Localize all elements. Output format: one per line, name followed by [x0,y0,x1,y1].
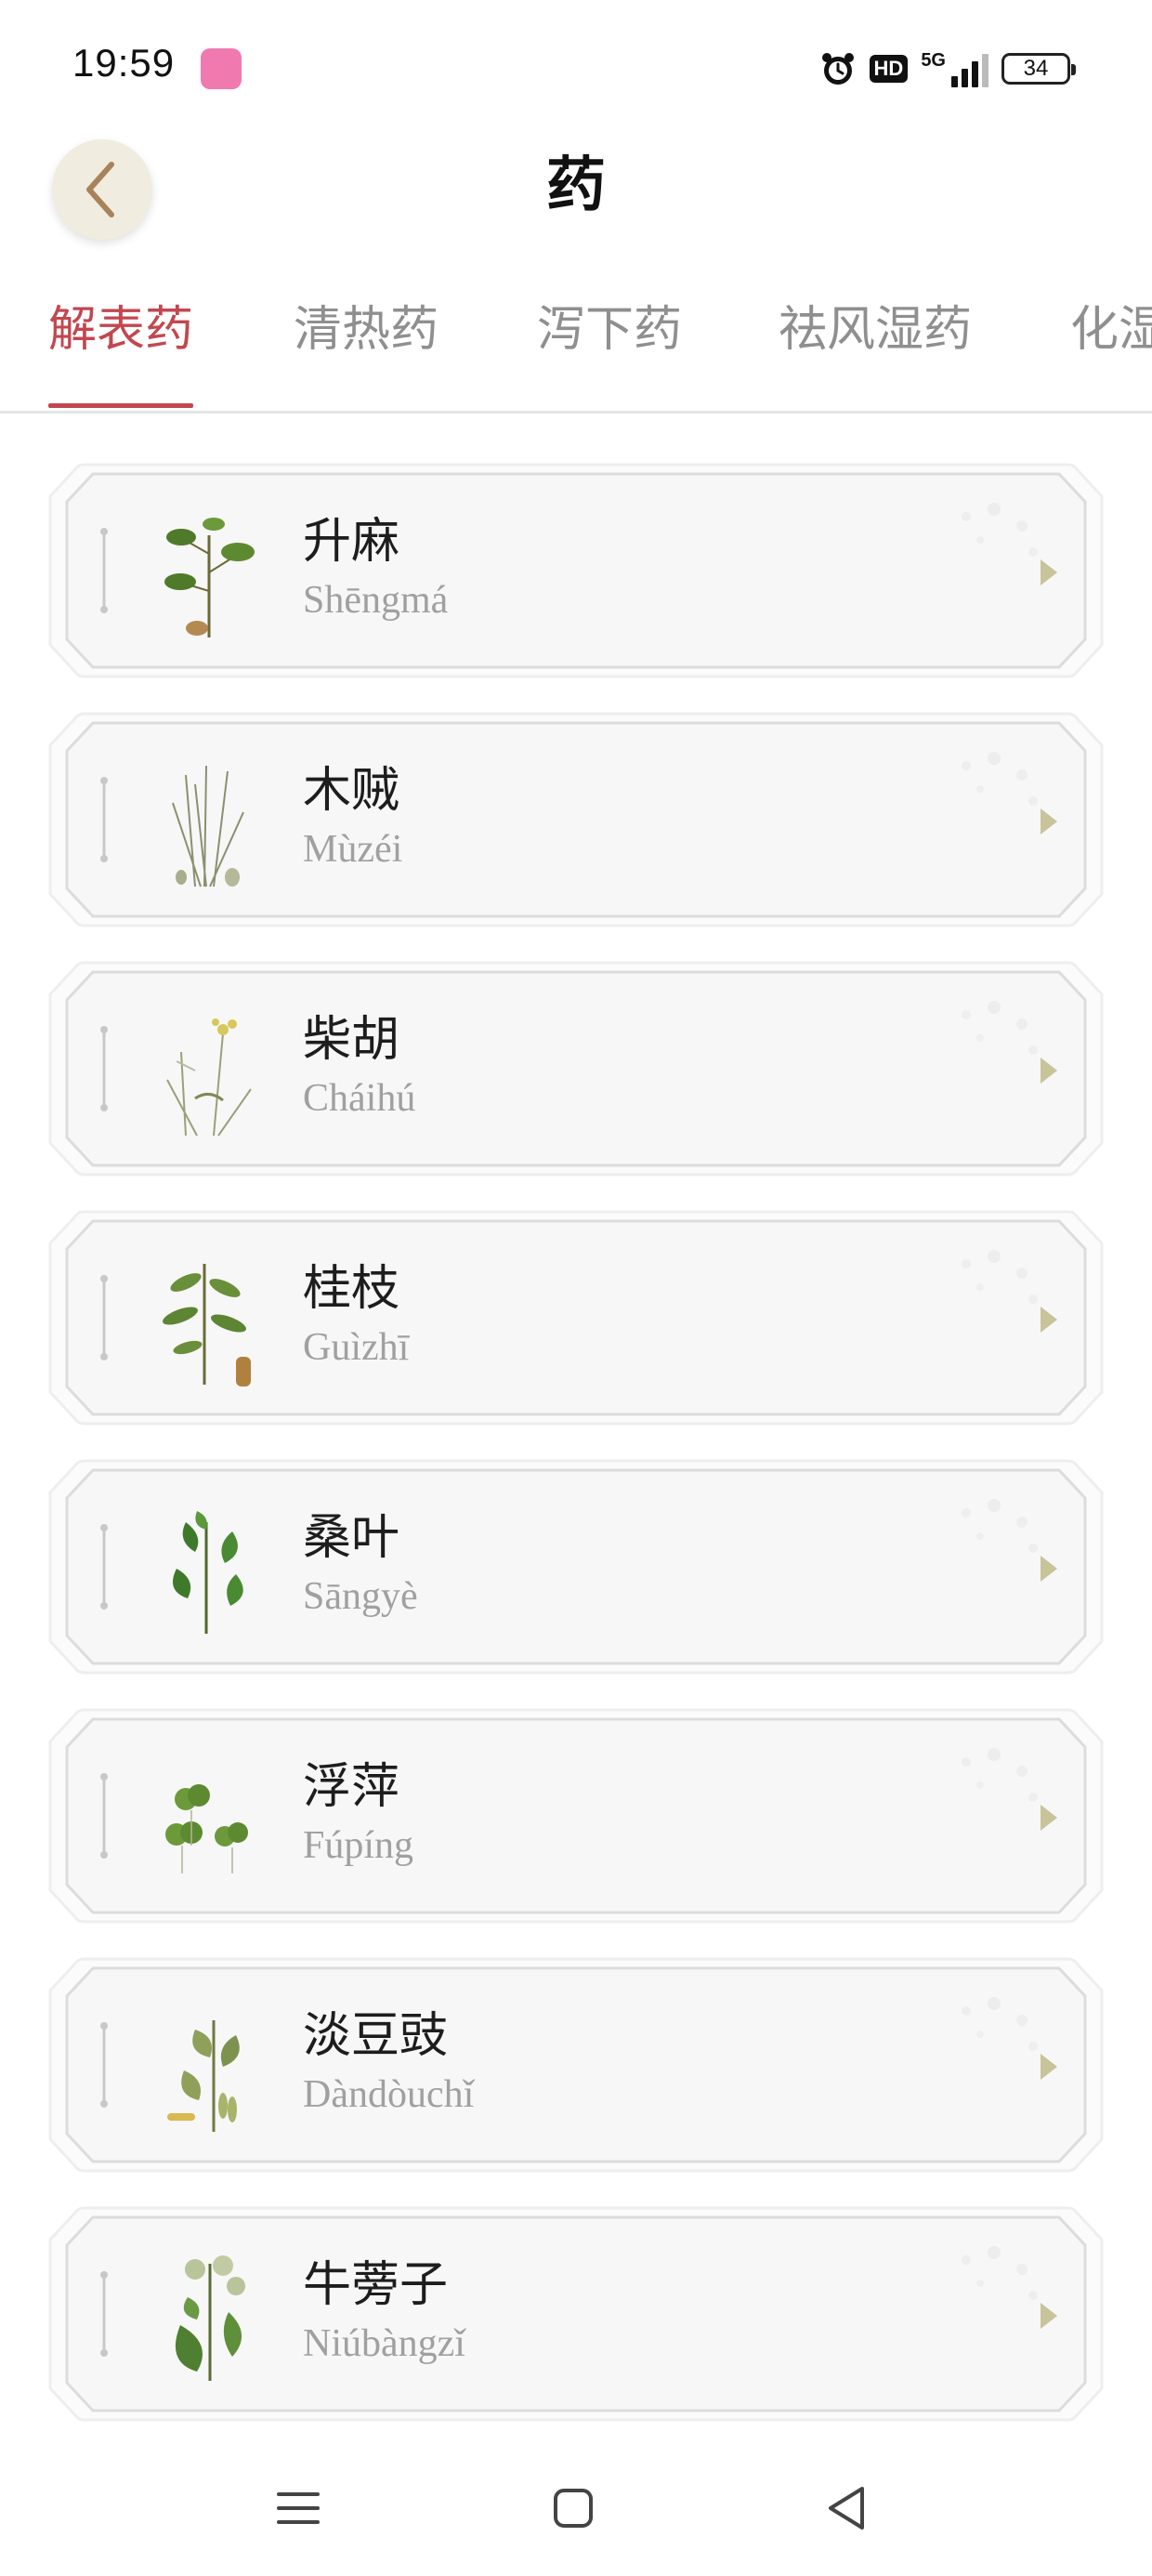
network-type-label: 5G [921,50,946,71]
herb-name: 牛蒡子 [303,2257,449,2313]
plant-illustration-icon [172,765,244,887]
chevron-left-icon [86,162,114,217]
tab-xiexia[interactable]: 泻下药 [537,290,682,360]
herb-card[interactable]: 桂枝 Guìzhī [46,1208,1106,1427]
app-notification-icon [201,48,242,89]
herb-name: 木贼 [303,763,400,819]
status-icons: HD 5G 34 [819,46,1076,91]
drag-handle-icon [100,2022,108,2108]
herb-name: 淡豆豉 [303,2008,449,2064]
drag-handle-icon [100,1275,108,1360]
home-square-icon[interactable] [541,2476,606,2541]
tab-huashi[interactable]: 化湿药 [1070,290,1152,360]
drag-handle-icon [100,1524,108,1610]
drag-handle-icon [100,2271,108,2357]
tab-jiebiao[interactable]: 解表药 [48,290,193,360]
herb-name: 桑叶 [303,1510,400,1566]
tabs-divider [0,411,1152,414]
status-time: 19:59 [72,41,176,85]
plant-illustration-icon [165,1784,248,1873]
herb-pinyin: Fúpíng [303,1824,414,1867]
plant-illustration-icon [166,1019,252,1137]
system-nav-bar [0,2453,1152,2556]
chevron-right-icon [1041,808,1057,835]
herb-card[interactable]: 升麻 Shēngmá [46,461,1106,680]
herb-name: 柴胡 [303,1012,400,1068]
tab-qufengshi[interactable]: 祛风湿药 [779,290,972,360]
herb-card[interactable]: 牛蒡子 Niúbàngzǐ [46,2204,1106,2424]
herb-name: 浮萍 [303,1759,400,1815]
chevron-right-icon [1041,2054,1057,2080]
drag-handle-icon [100,1773,108,1859]
back-button[interactable] [52,139,152,240]
chevron-right-icon [1041,1307,1057,1333]
herb-pinyin: Niúbàngzǐ [303,2322,465,2365]
herb-pinyin: Shēngmá [303,579,449,622]
tab-qingre[interactable]: 清热药 [294,290,439,360]
drag-handle-icon [100,777,108,862]
drag-handle-icon [100,1026,108,1111]
herb-name: 桂枝 [303,1261,400,1317]
hd-badge: HD [869,55,909,83]
herb-card[interactable]: 柴胡 Cháihú [46,959,1106,1178]
page-title: 药 [546,151,606,220]
chevron-right-icon [1041,1556,1057,1582]
chevron-right-icon [1041,1058,1057,1084]
herb-pinyin: Cháihú [303,1077,416,1120]
plant-illustration-icon [164,518,255,637]
plant-illustration-icon [163,1264,251,1387]
herb-pinyin: Guìzhī [303,1326,410,1369]
chevron-right-icon [1041,2303,1057,2329]
back-triangle-icon[interactable] [814,2476,879,2541]
category-tabs: 解表药 清热药 泻下药 祛风湿药 化湿药 [0,279,1152,414]
plant-illustration-icon [167,2020,240,2132]
menu-icon[interactable] [266,2476,331,2541]
battery-icon: 34 [1001,53,1076,85]
herb-name: 升麻 [303,514,400,570]
plant-illustration-icon [175,2255,245,2381]
battery-level: 34 [1023,56,1049,81]
active-tab-indicator [48,403,193,408]
chevron-right-icon [1041,559,1057,585]
herb-card[interactable]: 浮萍 Fúpíng [46,1706,1106,1925]
herb-card[interactable]: 木贼 Mùzéi [46,710,1106,929]
herb-card[interactable]: 淡豆豉 Dàndòuchǐ [46,1955,1106,2175]
herb-pinyin: Mùzéi [303,828,403,871]
herb-pinyin: Dàndòuchǐ [303,2073,475,2116]
chevron-right-icon [1041,1805,1057,1831]
signal-icon: 5G [921,50,988,87]
herb-card[interactable]: 桑叶 Sāngyè [46,1457,1106,1676]
herb-pinyin: Sāngyè [303,1575,418,1618]
plant-illustration-icon [173,1511,243,1634]
alarm-clock-icon [821,53,854,85]
status-bar: 19:59 HD 5G 34 [0,0,1152,130]
drag-handle-icon [100,528,108,613]
